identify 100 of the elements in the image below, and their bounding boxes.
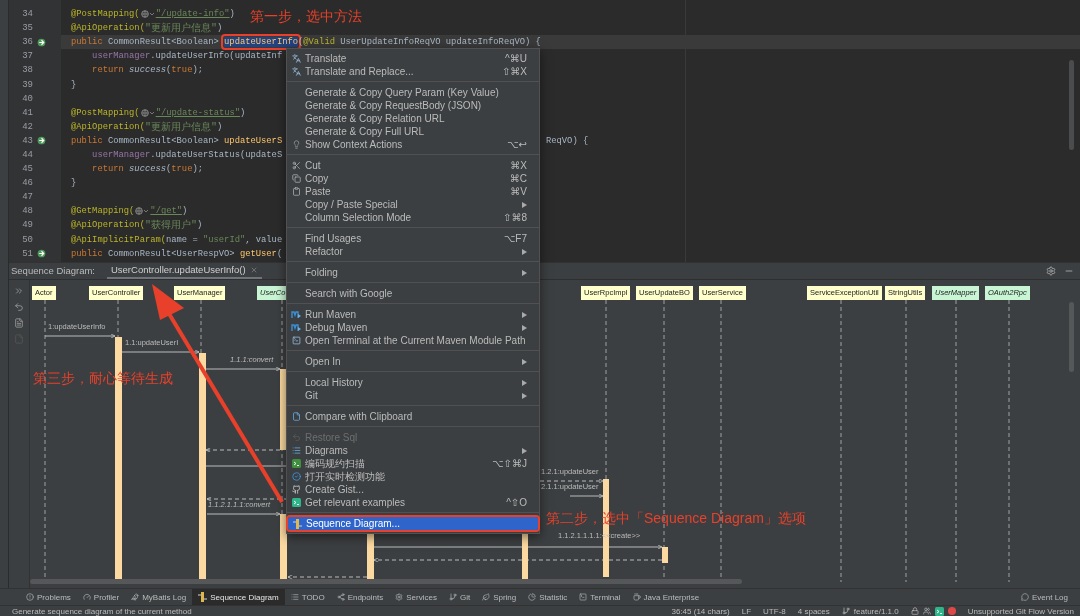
tool-window-tab[interactable]: Java Enterprise	[626, 589, 706, 605]
tool-window-tab[interactable]: Problems	[20, 589, 77, 605]
line-number: 37	[21, 51, 33, 62]
sequence-icon	[292, 518, 302, 529]
endpoint-icon[interactable]	[36, 249, 46, 259]
line-number: 50	[21, 234, 33, 245]
code-line: @ApiOperation("更新用户信息")	[71, 120, 223, 134]
lock-icon	[910, 607, 919, 615]
menu-item[interactable]: Generate & Copy Relation URL	[287, 112, 539, 125]
menu-item[interactable]: Git	[287, 389, 539, 402]
pie-chart-icon	[528, 593, 537, 601]
menu-item[interactable]: Local History	[287, 376, 539, 389]
line-number: 39	[21, 79, 33, 90]
menu-item[interactable]: Translate and Replace... ⇧⌘X	[287, 65, 539, 78]
tool-window-tab[interactable]: Spring	[476, 589, 523, 605]
submenu-arrow-icon	[522, 312, 527, 318]
menu-item[interactable]: Find Usages ⌥F7	[287, 232, 539, 245]
status-message: Generate sequence diagram of the current method	[12, 606, 192, 616]
tool-window-tab[interactable]: Statistic	[522, 589, 574, 605]
line-number: 44	[21, 150, 33, 160]
code-line: userManager.updateUserStatus(updateS	[91, 150, 283, 160]
menu-item[interactable]: Compare with Clipboard	[287, 410, 539, 423]
menu-item[interactable]: Translate ^⌘U	[287, 52, 539, 65]
tool-window-tab[interactable]: Services	[389, 589, 443, 605]
annotation-text: 第一步，选中方法	[250, 8, 362, 26]
tool-window-tab[interactable]: Terminal	[573, 589, 627, 605]
file-encoding[interactable]: UTF-8	[763, 606, 786, 616]
line-number: 34	[21, 9, 33, 20]
clipboard-icon	[291, 187, 301, 196]
diagram-icon	[291, 446, 301, 455]
tool-window-tab[interactable]: Git	[442, 589, 477, 605]
gauge-icon	[82, 593, 91, 601]
line-number: 36	[21, 37, 33, 48]
caret-position[interactable]: 36:45 (14 chars)	[671, 606, 730, 616]
line-number: 46	[21, 178, 33, 189]
branch-icon	[841, 607, 850, 615]
menu-item[interactable]: Generate & Copy Full URL	[287, 125, 539, 138]
menu-item[interactable]: Copy ⌘C	[287, 172, 539, 185]
translate-icon	[291, 54, 301, 63]
line-number: 48	[21, 206, 33, 217]
terminal-icon	[579, 593, 588, 601]
list-icon	[290, 593, 299, 601]
git-branch[interactable]: feature/1.1.0	[853, 606, 899, 616]
globe-icon	[140, 108, 155, 117]
git-flow-status[interactable]: Unsupported Git Flow Version	[967, 606, 1074, 616]
leaf-icon	[482, 593, 491, 601]
menu-item[interactable]: Open Terminal at the Current Maven Module Path	[287, 334, 539, 347]
menu-item[interactable]: Run Maven	[287, 308, 539, 321]
reload-icon	[14, 301, 24, 312]
menu-item[interactable]: Diagrams	[287, 444, 539, 457]
menu-item[interactable]: Paste ⌘V	[287, 185, 539, 198]
globe-icon	[140, 10, 155, 19]
chevrons-icon	[14, 285, 24, 296]
event-log-tab[interactable]: Event Log	[1014, 589, 1074, 605]
endpoint-icon[interactable]	[36, 136, 46, 146]
menu-item[interactable]: Generate & Copy RequestBody (JSON)	[287, 99, 539, 112]
code-line: return success(true);	[91, 65, 203, 76]
menu-item[interactable]: Create Gist...	[287, 483, 539, 496]
line-separator[interactable]: LF	[741, 606, 752, 616]
github-icon	[291, 485, 301, 494]
activation-bar	[280, 513, 287, 582]
menu-item[interactable]: Search with Google	[287, 287, 539, 300]
menu-item[interactable]: Folding	[287, 266, 539, 279]
menu-item[interactable]: 编码规约扫描 ⌥⇧⌘J	[287, 457, 539, 470]
tool-window-tab[interactable]: Profiler	[76, 589, 126, 605]
terminal-icon	[291, 336, 301, 345]
settings-icon	[1046, 265, 1056, 276]
code-line: @ApiImplicitParam(name = "userId", value	[71, 234, 283, 245]
submenu-arrow-icon	[522, 325, 527, 331]
line-number: 47	[21, 192, 33, 203]
error-icon[interactable]	[947, 607, 956, 615]
tool-window-tab[interactable]: MyBatis Log	[125, 589, 193, 605]
tool-window-tab[interactable]: Sequence Diagram	[192, 589, 285, 605]
indent-setting[interactable]: 4 spaces	[797, 606, 830, 616]
line-number: 49	[21, 220, 33, 231]
tool-window-tab[interactable]: Endpoints	[330, 589, 390, 605]
menu-item[interactable]: Sequence Diagram...	[288, 517, 538, 530]
terminal-icon	[291, 498, 301, 507]
menu-item[interactable]: Generate & Copy Query Param (Key Value)	[287, 86, 539, 99]
menu-item[interactable]: Column Selection Mode ⇧⌘8	[287, 211, 539, 224]
submenu-arrow-icon	[522, 393, 527, 399]
submenu-arrow-icon	[522, 359, 527, 365]
menu-item[interactable]: Debug Maven	[287, 321, 539, 334]
menu-item[interactable]: Show Context Actions ⌥↩	[287, 138, 539, 151]
tool-window-tab[interactable]: TODO	[284, 589, 331, 605]
submenu-arrow-icon	[522, 249, 527, 255]
code-line: public CommonResult<Boolean> updateUserS	[71, 135, 283, 146]
menu-item[interactable]: Cut ⌘X	[287, 159, 539, 172]
scissors-icon	[291, 161, 301, 170]
menu-item[interactable]: Copy / Paste Special	[287, 198, 539, 211]
line-number: 40	[21, 93, 33, 104]
endpoint-icon[interactable]	[36, 37, 46, 47]
diagram-tab[interactable]: UserController.updateUserInfo()	[106, 262, 262, 279]
menu-item[interactable]: Get relevant examples ^⇧O	[287, 496, 539, 509]
alert-icon	[26, 593, 34, 601]
menu-item[interactable]: Open In	[287, 355, 539, 368]
code-line: @ApiOperation("更新用户信息")	[71, 21, 223, 36]
menu-item[interactable]: 打开实时检测功能	[287, 470, 539, 483]
sequence-icon	[198, 592, 208, 602]
menu-item[interactable]: Refactor	[287, 245, 539, 258]
